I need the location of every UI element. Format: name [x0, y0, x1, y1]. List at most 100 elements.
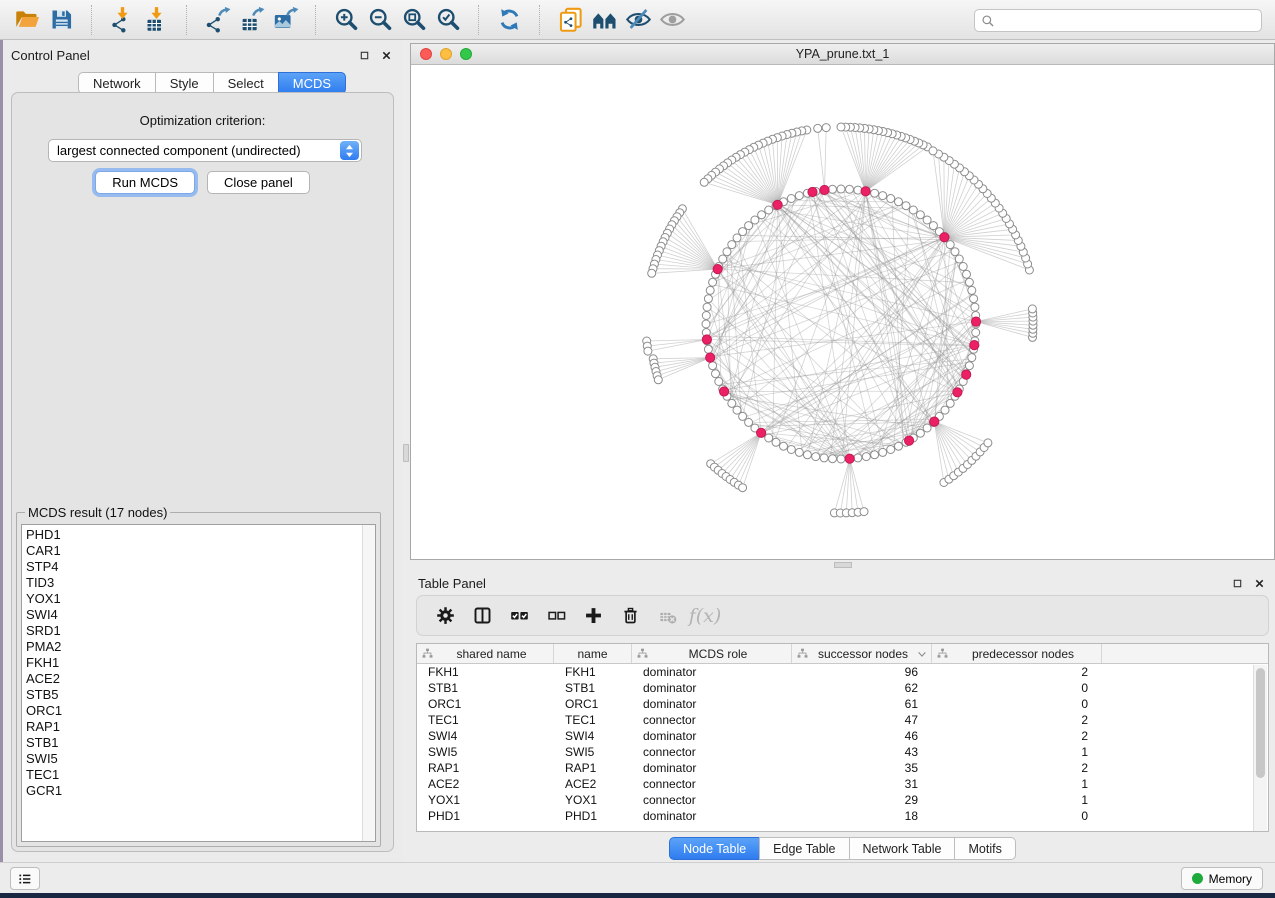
zoom-selected-icon[interactable]: [431, 4, 465, 36]
export-table-icon[interactable]: [234, 4, 268, 36]
table-scrollbar[interactable]: [1253, 665, 1267, 831]
zoom-out-icon[interactable]: [363, 4, 397, 36]
dominator-node[interactable]: [962, 370, 971, 379]
dominator-node[interactable]: [970, 341, 979, 350]
table-row[interactable]: ORC1ORC1dominator610: [417, 696, 1268, 712]
dominator-node[interactable]: [930, 417, 939, 426]
tab-select[interactable]: Select: [213, 72, 278, 94]
close-panel-icon[interactable]: [378, 47, 394, 63]
mcds-node-item[interactable]: STB1: [26, 735, 375, 751]
tab-node-table[interactable]: Node Table: [669, 837, 759, 860]
dominator-node[interactable]: [706, 353, 715, 362]
mcds-node-item[interactable]: YOX1: [26, 591, 375, 607]
mcds-node-item[interactable]: FKH1: [26, 655, 375, 671]
mcds-node-item[interactable]: ORC1: [26, 703, 375, 719]
zoom-fit-icon[interactable]: [397, 4, 431, 36]
table-row[interactable]: STB1STB1dominator620: [417, 680, 1268, 696]
mcds-node-item[interactable]: PMA2: [26, 639, 375, 655]
dominator-node[interactable]: [773, 200, 782, 209]
column-header-predecessor-nodes[interactable]: predecessor nodes: [932, 644, 1102, 663]
close-panel-button[interactable]: Close panel: [207, 171, 310, 194]
table-cell: 1: [932, 776, 1102, 792]
table-row[interactable]: RAP1RAP1dominator352: [417, 760, 1268, 776]
add-column-icon[interactable]: [579, 602, 607, 630]
mcds-node-item[interactable]: SWI4: [26, 607, 375, 623]
float-panel-icon[interactable]: [356, 47, 372, 63]
table-row[interactable]: YOX1YOX1connector291: [417, 792, 1268, 808]
mcds-node-item[interactable]: ACE2: [26, 671, 375, 687]
export-network-icon[interactable]: [200, 4, 234, 36]
table-row[interactable]: TEC1TEC1connector472: [417, 712, 1268, 728]
network-canvas[interactable]: [411, 65, 1274, 559]
search-input[interactable]: [999, 14, 1255, 28]
task-history-button[interactable]: [10, 867, 40, 890]
save-session-icon[interactable]: [44, 4, 78, 36]
import-network-icon[interactable]: [105, 4, 139, 36]
tab-motifs[interactable]: Motifs: [954, 837, 1015, 860]
dominator-node[interactable]: [971, 317, 980, 326]
dominator-node[interactable]: [808, 187, 817, 196]
refresh-icon[interactable]: [492, 4, 526, 36]
mcds-node-item[interactable]: PHD1: [26, 527, 375, 543]
dominator-node[interactable]: [940, 233, 949, 242]
mcds-result-list[interactable]: PHD1CAR1STP4TID3YOX1SWI4SRD1PMA2FKH1ACE2…: [21, 524, 376, 842]
mcds-node-item[interactable]: RAP1: [26, 719, 375, 735]
tab-style[interactable]: Style: [155, 72, 213, 94]
show-columns-icon[interactable]: [468, 602, 496, 630]
clone-network-icon[interactable]: [553, 4, 587, 36]
mcds-list-scrollbar[interactable]: [362, 525, 375, 841]
mcds-node-item[interactable]: CAR1: [26, 543, 375, 559]
zoom-in-icon[interactable]: [329, 4, 363, 36]
table-row[interactable]: PHD1PHD1dominator180: [417, 808, 1268, 824]
hide-selected-icon[interactable]: [621, 4, 655, 36]
mcds-node-item[interactable]: STP4: [26, 559, 375, 575]
float-panel-icon[interactable]: [1229, 575, 1245, 591]
horizontal-splitter[interactable]: [410, 561, 1275, 569]
memory-button[interactable]: Memory: [1181, 867, 1263, 890]
export-image-icon[interactable]: [268, 4, 302, 36]
clear-selection-icon[interactable]: [542, 602, 570, 630]
dominator-node[interactable]: [905, 436, 914, 445]
search-box[interactable]: [974, 9, 1262, 32]
mcds-node-item[interactable]: TEC1: [26, 767, 375, 783]
first-neighbors-icon[interactable]: [587, 4, 621, 36]
dominator-node[interactable]: [861, 187, 870, 196]
dominator-node[interactable]: [953, 388, 962, 397]
dominator-node[interactable]: [845, 454, 854, 463]
dominator-node[interactable]: [713, 265, 722, 274]
tab-edge-table[interactable]: Edge Table: [759, 837, 848, 860]
run-mcds-button[interactable]: Run MCDS: [95, 171, 195, 194]
column-header-successor-nodes[interactable]: successor nodes: [792, 644, 932, 663]
select-all-rows-icon[interactable]: [505, 602, 533, 630]
splitter-grip[interactable]: [403, 444, 409, 462]
open-file-icon[interactable]: [10, 4, 44, 36]
dominator-node[interactable]: [720, 387, 729, 396]
splitter-grip[interactable]: [834, 562, 852, 568]
tab-network-table[interactable]: Network Table: [849, 837, 955, 860]
criterion-dropdown[interactable]: largest connected component (undirected): [48, 139, 362, 162]
column-header-shared-name[interactable]: shared name: [417, 644, 554, 663]
mcds-node-item[interactable]: GCR1: [26, 783, 375, 799]
tab-network[interactable]: Network: [78, 72, 155, 94]
column-header-name[interactable]: name: [554, 644, 632, 663]
table-row[interactable]: FKH1FKH1dominator962: [417, 664, 1268, 680]
mcds-node-item[interactable]: STB5: [26, 687, 375, 703]
mcds-node-item[interactable]: TID3: [26, 575, 375, 591]
import-table-icon[interactable]: [139, 4, 173, 36]
tab-mcds[interactable]: MCDS: [278, 72, 346, 94]
table-row[interactable]: SWI5SWI5connector431: [417, 744, 1268, 760]
mcds-node-item[interactable]: SWI5: [26, 751, 375, 767]
mcds-node-item[interactable]: SRD1: [26, 623, 375, 639]
network-titlebar[interactable]: YPA_prune.txt_1: [411, 44, 1274, 65]
close-panel-icon[interactable]: [1251, 575, 1267, 591]
table-options-gear-icon[interactable]: [431, 602, 459, 630]
table-row[interactable]: SWI4SWI4dominator462: [417, 728, 1268, 744]
delete-column-icon[interactable]: [616, 602, 644, 630]
dominator-node[interactable]: [702, 335, 711, 344]
dominator-node[interactable]: [820, 185, 829, 194]
dominator-node[interactable]: [757, 428, 766, 437]
vertical-splitter[interactable]: [402, 40, 410, 862]
scrollbar-thumb[interactable]: [1256, 668, 1265, 778]
table-row[interactable]: ACE2ACE2connector311: [417, 776, 1268, 792]
column-header-MCDS-role[interactable]: MCDS role: [632, 644, 792, 663]
